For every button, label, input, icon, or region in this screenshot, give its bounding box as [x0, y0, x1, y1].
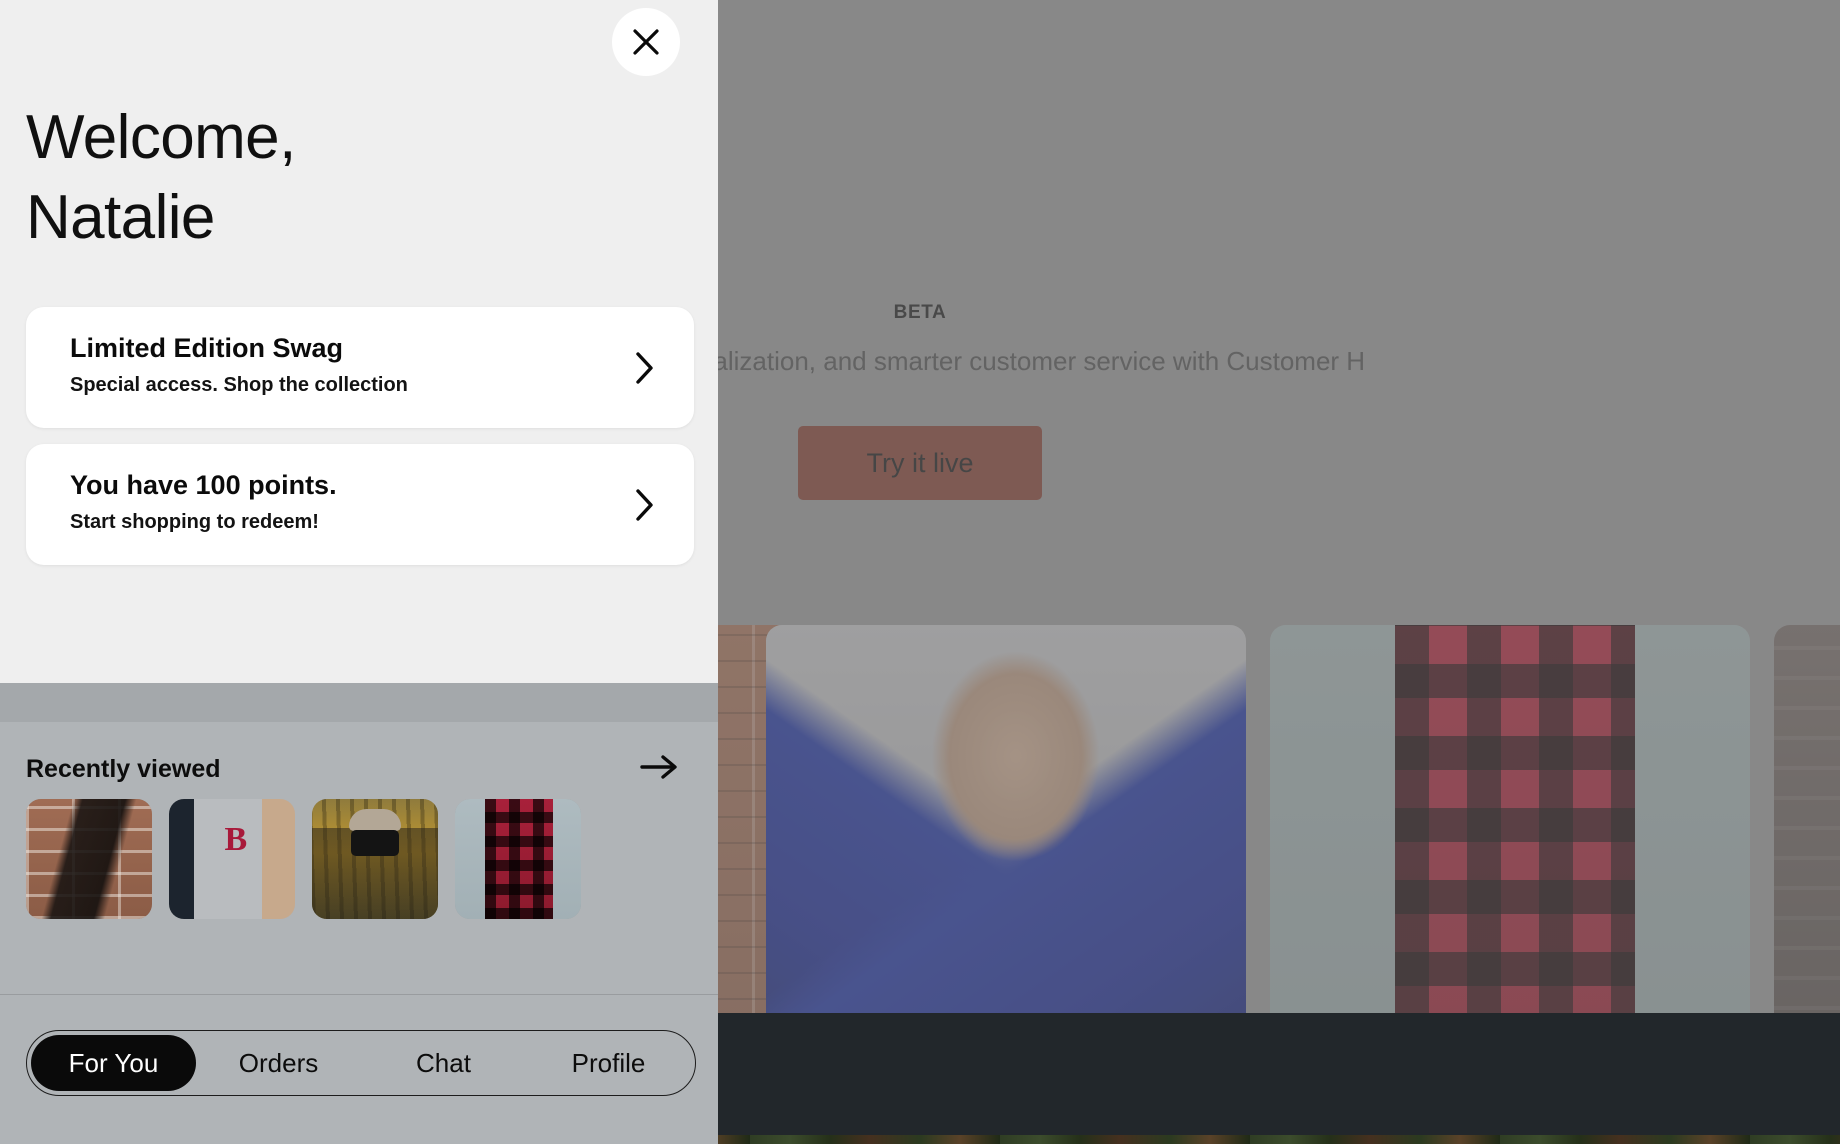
leather-handbag-image	[26, 799, 152, 919]
panel-top-section: Welcome, Natalie Limited Edition Swag Sp…	[0, 0, 718, 683]
arrow-right-icon	[640, 755, 677, 779]
limited-edition-swag-card[interactable]: Limited Edition Swag Special access. Sho…	[26, 307, 694, 428]
nav-divider	[0, 994, 718, 995]
card-subtitle: Special access. Shop the collection	[70, 374, 408, 396]
plaid-shirt-image	[455, 799, 581, 919]
recently-viewed-heading: Recently viewed	[26, 755, 221, 783]
close-panel-button[interactable]	[612, 8, 680, 76]
close-icon	[633, 29, 659, 55]
varsity-letter: B	[224, 820, 248, 858]
customer-account-panel: Welcome, Natalie Limited Edition Swag Sp…	[0, 0, 718, 1144]
camera-shape	[351, 830, 399, 857]
varsity-jacket-image: B	[169, 799, 295, 919]
tab-profile[interactable]: Profile	[526, 1035, 691, 1091]
list-item[interactable]: B	[169, 799, 295, 919]
list-item[interactable]	[312, 799, 438, 919]
screen-root: BETA engagement, personalization, and sm…	[0, 0, 1840, 1144]
greeting-line-1: Welcome,	[26, 103, 296, 172]
bottom-nav-bar: For You Orders Chat Profile	[26, 1030, 696, 1096]
panel-shade-band	[0, 683, 718, 722]
card-subtitle: Start shopping to redeem!	[70, 511, 319, 533]
chevron-right-icon	[632, 349, 656, 387]
recently-viewed-list: B	[26, 799, 581, 919]
panel-lower-section: Recently viewed B For You Orders Chat Pr…	[0, 722, 718, 1144]
tab-orders[interactable]: Orders	[196, 1035, 361, 1091]
beanie-shape	[349, 808, 401, 831]
points-balance-card[interactable]: You have 100 points. Start shopping to r…	[26, 444, 694, 565]
recently-viewed-see-all-button[interactable]	[637, 744, 683, 790]
plaid-pattern	[485, 799, 554, 919]
card-title: You have 100 points.	[70, 470, 337, 500]
list-item[interactable]	[26, 799, 152, 919]
tab-for-you[interactable]: For You	[31, 1035, 196, 1091]
list-item[interactable]	[455, 799, 581, 919]
chevron-right-icon	[632, 486, 656, 524]
striped-sweater-image	[312, 799, 438, 919]
page-title: Welcome, Natalie	[26, 98, 586, 258]
greeting-line-2: Natalie	[26, 182, 215, 252]
tab-chat[interactable]: Chat	[361, 1035, 526, 1091]
card-title: Limited Edition Swag	[70, 333, 344, 363]
